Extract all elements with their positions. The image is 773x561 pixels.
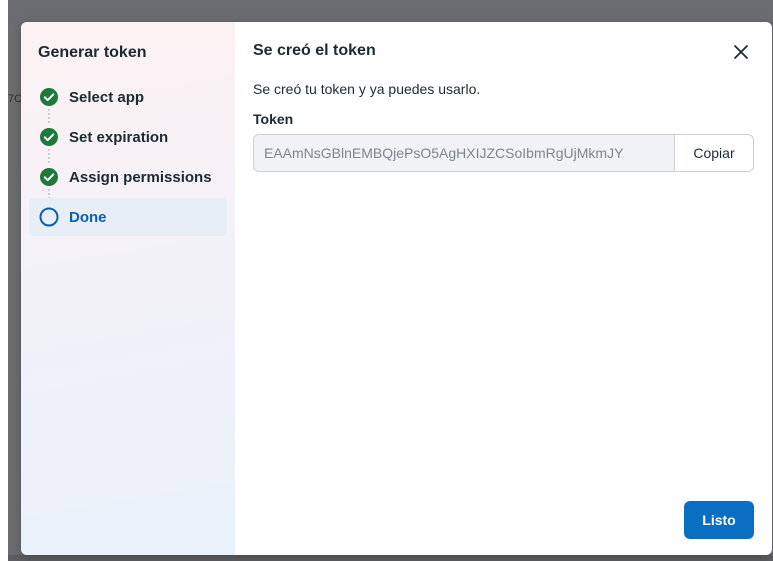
background-partial-text: 7C bbox=[8, 93, 23, 105]
token-row: Copiar bbox=[253, 134, 754, 172]
step-select-app[interactable]: Select app bbox=[29, 78, 227, 123]
check-circle-icon bbox=[40, 168, 58, 186]
step-done[interactable]: Done bbox=[29, 198, 227, 236]
success-message: Se creó tu token y ya puedes usarlo. bbox=[253, 81, 481, 97]
steps-sidebar: Generar token Select app Set expiration bbox=[21, 22, 235, 555]
step-label: Assign permissions bbox=[69, 168, 212, 186]
close-button[interactable] bbox=[729, 40, 753, 64]
step-label: Set expiration bbox=[69, 128, 169, 146]
copy-button[interactable]: Copiar bbox=[674, 134, 754, 172]
token-input[interactable] bbox=[253, 134, 674, 172]
dialog-content: Se creó el token Se creó tu token y ya p… bbox=[235, 22, 772, 555]
token-label: Token bbox=[253, 111, 294, 127]
dialog-title: Se creó el token bbox=[253, 42, 376, 59]
steps-list: Select app Set expiration Assign permiss… bbox=[29, 78, 227, 238]
done-button[interactable]: Listo bbox=[684, 501, 754, 539]
step-assign-permissions[interactable]: Assign permissions bbox=[29, 158, 227, 203]
sidebar-title: Generar token bbox=[38, 44, 147, 61]
circle-outline-icon bbox=[39, 207, 59, 227]
check-circle-icon bbox=[40, 128, 58, 146]
step-label: Done bbox=[69, 208, 107, 226]
step-label: Select app bbox=[69, 88, 145, 106]
close-icon bbox=[734, 45, 748, 59]
step-set-expiration[interactable]: Set expiration bbox=[29, 118, 227, 163]
check-circle-icon bbox=[40, 88, 58, 106]
background-bottom-bar bbox=[8, 555, 773, 561]
generate-token-dialog: Generar token Select app Set expiration bbox=[21, 22, 772, 555]
